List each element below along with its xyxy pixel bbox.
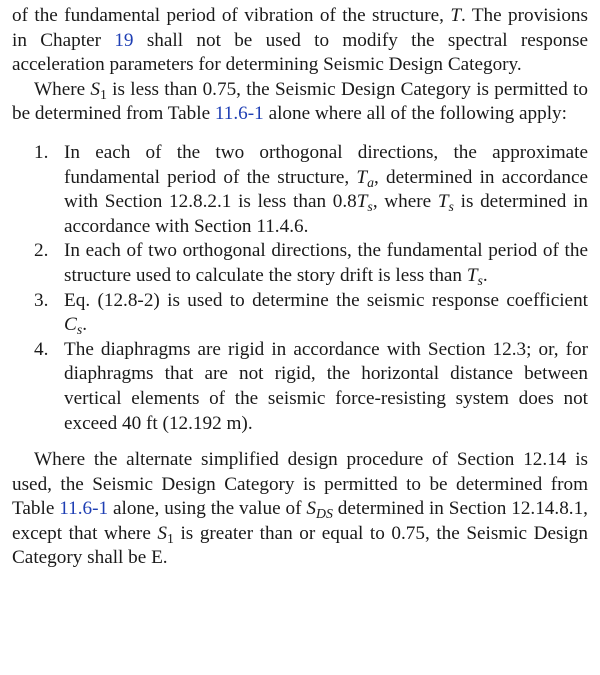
symbol-S1: S	[90, 78, 100, 100]
document-page: of the fundamental period of vibration o…	[0, 0, 600, 571]
chapter-19-link[interactable]: 19	[114, 30, 133, 51]
subscript: 1	[100, 86, 107, 102]
list-number: 2.	[34, 240, 49, 262]
list-item: 2. In each of two orthogonal directions, …	[34, 239, 588, 288]
list-item: 3. Eq. (12.8-2) is used to determine the …	[34, 289, 588, 338]
symbol-Ts: T	[466, 264, 478, 286]
symbol-Cs: C	[64, 314, 77, 336]
list-number: 4.	[34, 338, 49, 360]
symbol-Ta: T	[356, 166, 368, 188]
text: , where	[372, 191, 438, 213]
symbol-Ts: T	[437, 191, 449, 213]
symbol-Sds: S	[306, 498, 316, 520]
paragraph-period: of the fundamental period of vibration o…	[12, 4, 588, 78]
text: alone, using the value of	[108, 498, 307, 520]
text: .	[82, 314, 87, 336]
text: alone where all of the following apply:	[263, 103, 567, 125]
text: Where	[34, 78, 91, 100]
text: In each of two orthogonal directions, th…	[64, 240, 588, 286]
paragraph-simplified-procedure: Where the alternate simplified design pr…	[12, 448, 588, 571]
text: .	[482, 264, 488, 286]
list-number: 3.	[34, 289, 49, 311]
paragraph-s1-condition: Where S1 is less than 0.75, the Seismic …	[12, 78, 588, 127]
text: The diaphragms are rigid in accordance w…	[64, 338, 588, 434]
symbol-S1: S	[157, 522, 167, 544]
table-11-6-1-link[interactable]: 11.6-1	[215, 103, 264, 124]
conditions-list: 1. In each of the two orthogonal directio…	[12, 141, 588, 436]
subscript: DS	[315, 506, 333, 522]
symbol-T: T	[450, 5, 461, 26]
text: of the fundamental period of vibration o…	[12, 5, 451, 26]
subscript: a	[367, 174, 374, 190]
table-11-6-1-link[interactable]: 11.6-1	[59, 498, 108, 519]
list-item: 4. The diaphragms are rigid in accordance…	[34, 338, 588, 436]
text: Eq. (12.8-2) is used to determine the se…	[64, 289, 588, 311]
subscript: 1	[167, 530, 174, 546]
list-item: 1. In each of the two orthogonal directio…	[34, 141, 588, 239]
list-number: 1.	[34, 141, 49, 163]
symbol-Ts: T	[356, 191, 368, 213]
